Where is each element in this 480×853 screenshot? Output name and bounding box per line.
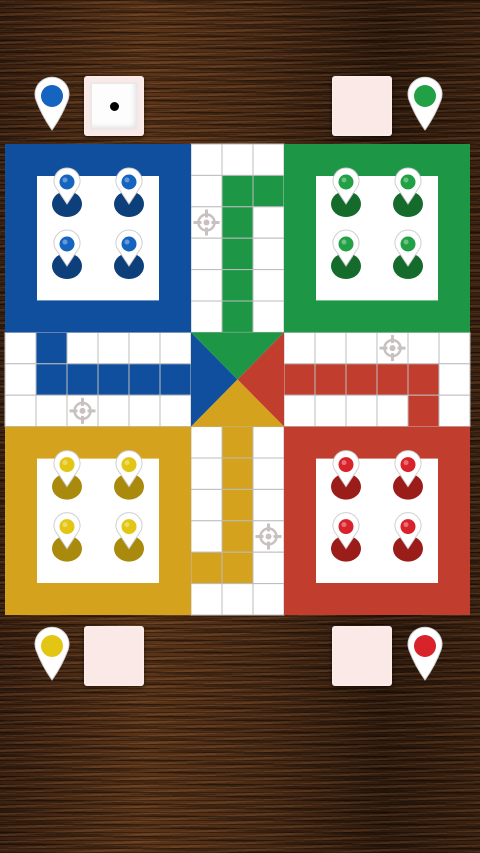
board-cell[interactable] (190, 143, 223, 176)
board-cell[interactable] (221, 551, 254, 585)
board-cell[interactable] (190, 300, 223, 333)
board-cell[interactable] (314, 331, 347, 365)
board-cell[interactable] (283, 363, 316, 396)
board-cell[interactable] (35, 363, 68, 396)
dice-pip (110, 102, 119, 111)
board-cell[interactable] (190, 488, 223, 522)
board-cell[interactable] (438, 363, 471, 396)
board-cell[interactable] (190, 269, 223, 302)
ludo-board (4, 76, 471, 681)
board-cell[interactable] (221, 583, 254, 616)
player-marker-red-icon (407, 626, 443, 681)
player-marker-green-icon (407, 76, 443, 131)
board-cell[interactable] (376, 394, 409, 428)
board-cell[interactable] (221, 426, 254, 459)
dice-blue[interactable] (84, 76, 144, 136)
board-cell[interactable] (97, 331, 130, 365)
board-cell[interactable] (407, 363, 440, 396)
board-cell[interactable] (221, 300, 254, 333)
board-cell[interactable] (97, 394, 130, 428)
board-cell[interactable] (252, 300, 285, 333)
board-cell[interactable] (190, 237, 223, 271)
board-cell[interactable] (252, 206, 285, 239)
board-cell[interactable] (252, 583, 285, 616)
board-cell[interactable] (66, 331, 99, 365)
board-cell[interactable] (159, 331, 192, 365)
board-cell[interactable] (159, 363, 192, 396)
board-cell[interactable] (128, 331, 161, 365)
board-cell[interactable] (221, 237, 254, 271)
board-cell[interactable] (252, 426, 285, 459)
board-cell[interactable] (252, 457, 285, 490)
board-cell[interactable] (35, 394, 68, 428)
board-cell[interactable] (190, 174, 223, 208)
board-cell[interactable] (66, 363, 99, 396)
board-cell[interactable] (345, 363, 378, 396)
board-cell[interactable] (252, 269, 285, 302)
board-cell[interactable] (190, 583, 223, 616)
board-cell[interactable] (128, 394, 161, 428)
board-cell[interactable] (376, 363, 409, 396)
board-cell[interactable] (4, 331, 37, 365)
board-cell[interactable] (252, 143, 285, 176)
board-cell[interactable] (221, 143, 254, 176)
board-cell[interactable] (221, 206, 254, 239)
board-cell[interactable] (159, 394, 192, 428)
game-screen (0, 0, 480, 853)
dice-red[interactable] (332, 626, 392, 686)
board-cell[interactable] (190, 520, 223, 553)
board-cell[interactable] (221, 520, 254, 553)
dice-green[interactable] (332, 76, 392, 136)
board-cell[interactable] (4, 363, 37, 396)
board-cell[interactable] (283, 394, 316, 428)
board-cell[interactable] (128, 363, 161, 396)
board-cell[interactable] (190, 457, 223, 490)
board-cell[interactable] (221, 488, 254, 522)
board-cell[interactable] (314, 394, 347, 428)
board-cell[interactable] (190, 551, 223, 585)
board-cell[interactable] (97, 363, 130, 396)
board-cell[interactable] (221, 174, 254, 208)
player-marker-yellow-icon (34, 626, 70, 681)
board-cell[interactable] (252, 551, 285, 585)
board-cell[interactable] (221, 457, 254, 490)
board-cell[interactable] (252, 488, 285, 522)
dice-yellow[interactable] (84, 626, 144, 686)
board-cell[interactable] (314, 363, 347, 396)
board-cell[interactable] (345, 394, 378, 428)
board-cell[interactable] (407, 394, 440, 428)
board-cell[interactable] (35, 331, 68, 365)
board-cell[interactable] (438, 331, 471, 365)
board-cell[interactable] (4, 394, 37, 428)
board-cell[interactable] (438, 394, 471, 428)
board-cell[interactable] (345, 331, 378, 365)
board-cell[interactable] (283, 331, 316, 365)
player-marker-blue-icon (34, 76, 70, 131)
board-cell[interactable] (190, 426, 223, 459)
board-cell[interactable] (221, 269, 254, 302)
board-cell[interactable] (252, 174, 285, 208)
board-cell[interactable] (252, 237, 285, 271)
dice-face-blue[interactable] (90, 82, 138, 130)
board-cell[interactable] (407, 331, 440, 365)
